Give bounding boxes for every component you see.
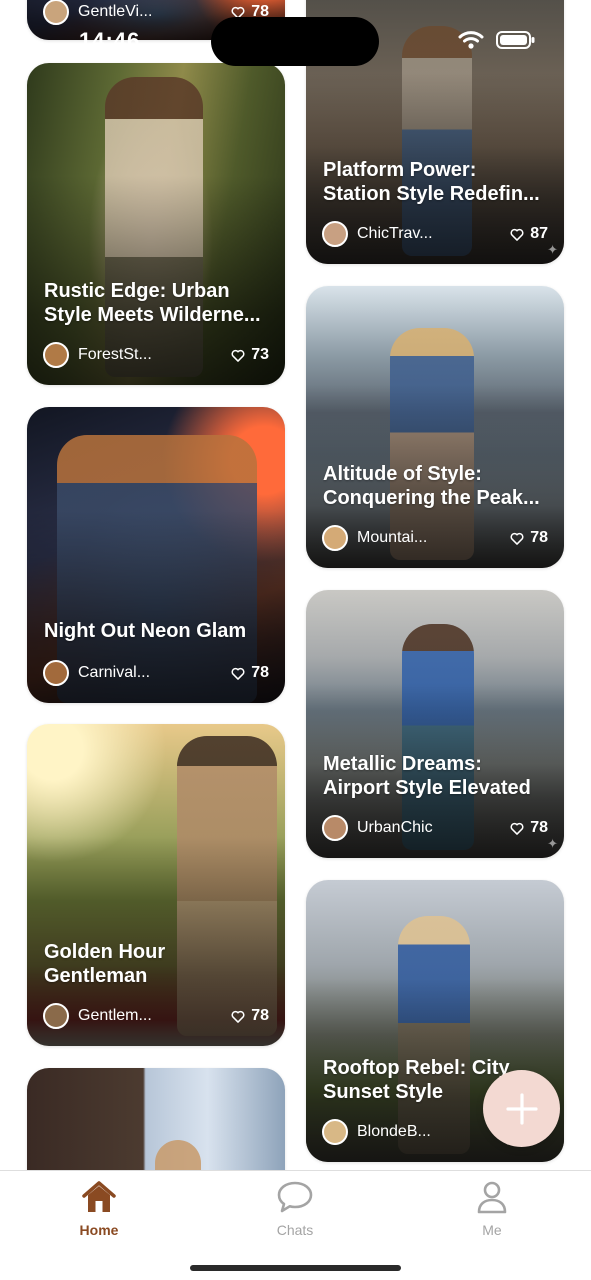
home-indicator[interactable] (190, 1265, 401, 1271)
status-time: 14:46 (79, 28, 141, 44)
sparkle-icon: ✦ (547, 836, 558, 851)
battery-icon (496, 31, 535, 49)
post-meta: ForestSt... 73 (43, 341, 269, 369)
post-title: Platform Power: Station Style Redefin... (323, 159, 540, 205)
like-count-value: 78 (251, 1007, 269, 1024)
like-count[interactable]: 78 (231, 664, 269, 682)
like-count-value: 73 (251, 346, 269, 363)
post-title: Altitude of Style: Conquering the Peak..… (323, 463, 540, 509)
like-count-value: 78 (251, 664, 269, 681)
like-count[interactable]: 78 (231, 1007, 269, 1025)
post-meta: Gentlem... 78 (43, 1002, 269, 1030)
tab-bar: Home Chats Me (0, 1170, 591, 1280)
sparkle-icon: ✦ (547, 242, 558, 257)
avatar (322, 221, 348, 247)
post-card[interactable]: Golden Hour Gentleman Gentlem... 78 (27, 724, 285, 1046)
plus-icon (505, 1092, 538, 1125)
post-author: Gentlem... (78, 1007, 152, 1024)
post-meta: UrbanChic 78 (322, 814, 548, 842)
avatar (43, 660, 69, 686)
post-author: BlondeB... (357, 1123, 431, 1140)
avatar (43, 1003, 69, 1029)
tab-label: Chats (276, 1222, 314, 1238)
post-card[interactable]: Metallic Dreams: Airport Style Elevated … (306, 590, 564, 858)
status-icons (458, 28, 538, 52)
avatar (322, 525, 348, 551)
tab-label: Home (79, 1222, 119, 1238)
speech-bubble-icon (277, 1181, 313, 1213)
post-meta: Carnival... 78 (43, 659, 269, 687)
post-author: UrbanChic (357, 819, 433, 836)
like-count-value: 78 (530, 819, 548, 836)
avatar (322, 815, 348, 841)
post-title: Golden Hour Gentleman (44, 941, 166, 987)
post-card[interactable]: Altitude of Style: Conquering the Peak..… (306, 286, 564, 568)
like-count[interactable]: 78 (510, 529, 548, 547)
heart-outline-icon (231, 349, 245, 362)
avatar (322, 1119, 348, 1145)
avatar (43, 342, 69, 368)
tab-label: Me (482, 1222, 502, 1238)
person-icon (477, 1181, 507, 1214)
post-author: GentleVi... (78, 3, 153, 20)
heart-outline-icon (231, 667, 245, 680)
post-meta: ChicTrav... 87 (322, 220, 548, 248)
heart-outline-icon (510, 228, 524, 241)
post-meta: Mountai... 78 (322, 524, 548, 552)
like-count[interactable]: 78 (510, 819, 548, 837)
app-screen: GentleVi... 78 Rustic Edge: Urban Style … (0, 0, 591, 1280)
create-post-button[interactable] (483, 1070, 560, 1147)
like-count-value: 78 (530, 529, 548, 546)
post-title: Metallic Dreams: Airport Style Elevated (323, 753, 531, 799)
post-author: ChicTrav... (357, 225, 433, 242)
tab-home[interactable]: Home (19, 1171, 179, 1249)
tab-chats[interactable]: Chats (215, 1171, 375, 1249)
post-card[interactable]: Night Out Neon Glam Carnival... 78 (27, 407, 285, 703)
like-count[interactable]: 73 (231, 346, 269, 364)
like-count[interactable]: 87 (510, 225, 548, 243)
house-icon (82, 1181, 116, 1212)
post-author: Carnival... (78, 664, 151, 681)
dynamic-island (211, 17, 379, 66)
wifi-icon (458, 31, 484, 49)
tab-me[interactable]: Me (412, 1171, 572, 1249)
post-title: Rustic Edge: Urban Style Meets Wilderne.… (44, 280, 261, 326)
heart-outline-icon (510, 822, 524, 835)
heart-outline-icon (510, 532, 524, 545)
post-author: ForestSt... (78, 346, 152, 363)
post-title: Night Out Neon Glam (44, 620, 247, 642)
post-card[interactable]: Rustic Edge: Urban Style Meets Wilderne.… (27, 63, 285, 385)
like-count-value: 87 (530, 225, 548, 242)
heart-outline-icon (231, 1010, 245, 1023)
avatar (43, 0, 69, 25)
post-author: Mountai... (357, 529, 428, 546)
